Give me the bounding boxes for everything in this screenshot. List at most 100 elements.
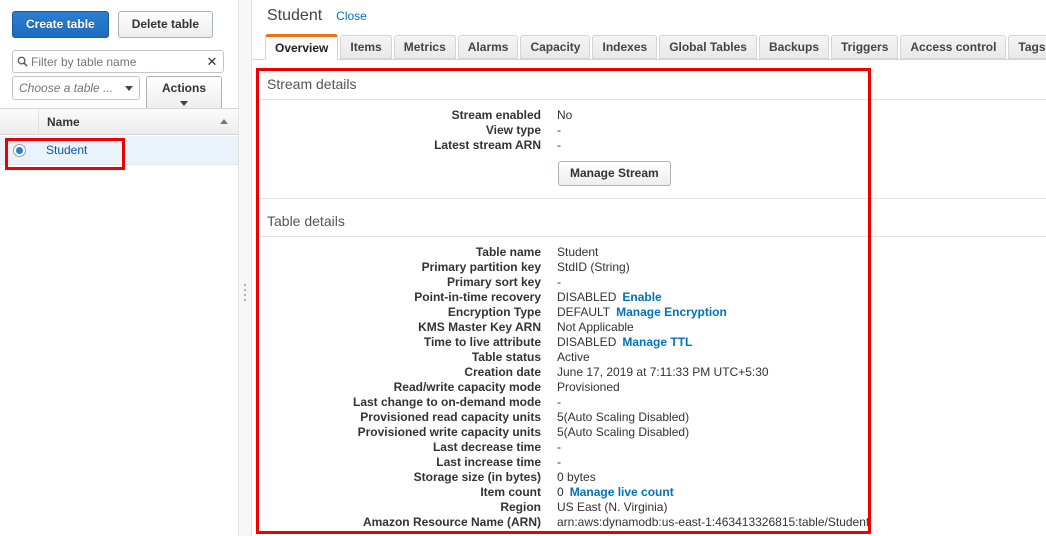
detail-row: Read/write capacity mode Provisioned: [257, 380, 1046, 395]
filter-by-table-name-input[interactable]: [31, 54, 201, 69]
detail-link[interactable]: Manage TTL: [622, 335, 692, 349]
actions-button[interactable]: Actions: [146, 76, 222, 110]
tab-overview[interactable]: Overview: [265, 34, 339, 60]
detail-row: Table status Active: [257, 350, 1046, 365]
detail-value: June 17, 2019 at 7:11:33 PM UTC+5:30: [557, 365, 769, 379]
detail-row: Item count 0 Manage live count: [257, 485, 1046, 500]
tables-sidebar: Create table Delete table ✕ Choose a tab…: [0, 0, 238, 536]
manage-stream-button[interactable]: Manage Stream: [558, 161, 671, 186]
detail-label: Primary partition key: [421, 260, 541, 274]
create-table-button[interactable]: Create table: [12, 11, 109, 38]
filter-box[interactable]: ✕: [12, 50, 224, 73]
detail-row: Table name Student: [257, 245, 1046, 260]
select-column-header: [0, 109, 39, 134]
detail-label: Last decrease time: [432, 440, 541, 454]
detail-row: Creation date June 17, 2019 at 7:11:33 PM…: [257, 365, 1046, 380]
detail-value: Not Applicable: [557, 320, 634, 334]
detail-label: Region: [500, 500, 541, 514]
detail-row: Stream enabled No: [257, 108, 1046, 123]
radio-selected-icon[interactable]: [12, 143, 26, 157]
choose-a-table-label: Choose a table ...: [19, 81, 114, 95]
detail-row: Primary partition key StdID (String): [257, 260, 1046, 275]
detail-row: Amazon Resource Name (ARN) arn:aws:dynamo…: [257, 515, 1046, 530]
detail-label: Primary sort key: [446, 275, 541, 289]
choose-a-table-select[interactable]: Choose a table ...: [12, 76, 140, 100]
detail-label: Item count: [480, 485, 541, 499]
detail-link[interactable]: Enable: [622, 290, 661, 304]
detail-label: Stream enabled: [451, 108, 541, 122]
table-chooser-row: Choose a table ... Actions: [12, 76, 222, 110]
panel-splitter[interactable]: [238, 0, 252, 536]
tab-items[interactable]: Items: [340, 35, 392, 59]
tab-global-tables[interactable]: Global Tables: [659, 35, 757, 59]
detail-value: US East (N. Virginia): [557, 500, 668, 514]
detail-row: Time to live attribute DISABLED Manage TTL: [257, 335, 1046, 350]
detail-value: DISABLED Manage TTL: [557, 335, 693, 349]
detail-label: Read/write capacity mode: [393, 380, 541, 394]
page-title: Student: [267, 7, 323, 24]
detail-label: Point-in-time recovery: [414, 290, 541, 304]
tab-triggers[interactable]: Triggers: [831, 35, 899, 59]
tab-metrics[interactable]: Metrics: [393, 35, 456, 59]
detail-link[interactable]: Manage Encryption: [616, 305, 727, 319]
manage-stream-row: Manage Stream: [257, 153, 1046, 186]
sort-ascending-icon: [220, 119, 228, 124]
detail-tabbar: Overview Items Metrics Alarms Capacity I…: [252, 32, 1046, 60]
table-name-link[interactable]: Student: [38, 143, 238, 157]
table-details-heading: Table details: [257, 206, 1046, 237]
sidebar-button-row: Create table Delete table: [12, 11, 214, 38]
detail-row: Last decrease time -: [257, 440, 1046, 455]
detail-value: DISABLED Enable: [557, 290, 662, 304]
detail-label: Last increase time: [436, 455, 541, 469]
detail-value: Active: [557, 350, 590, 364]
detail-value: 5(Auto Scaling Disabled): [557, 425, 690, 439]
close-link[interactable]: Close: [336, 9, 367, 23]
detail-row: Provisioned read capacity units 5(Auto Sc…: [257, 410, 1046, 425]
detail-value: -: [557, 395, 561, 409]
detail-row: Region US East (N. Virginia): [257, 500, 1046, 515]
tables-list-header: Name: [0, 108, 238, 135]
search-icon: [13, 56, 31, 67]
detail-value: -: [557, 123, 561, 137]
tab-tags[interactable]: Tags: [1008, 35, 1046, 59]
detail-label: Last change to on-demand mode: [352, 395, 541, 409]
detail-label: Table status: [471, 350, 541, 364]
chevron-down-icon: [180, 101, 188, 106]
detail-label: Creation date: [464, 365, 541, 379]
detail-label: Latest stream ARN: [434, 138, 541, 152]
detail-value: -: [557, 455, 561, 469]
tab-access-control[interactable]: Access control: [900, 35, 1007, 59]
detail-row: Storage size (in bytes) 0 bytes: [257, 470, 1046, 485]
tab-indexes[interactable]: Indexes: [592, 35, 658, 59]
detail-value: 0 bytes: [557, 470, 596, 484]
detail-row: Primary sort key -: [257, 275, 1046, 290]
detail-value: Student: [557, 245, 599, 259]
delete-table-button[interactable]: Delete table: [117, 11, 214, 38]
name-column-header[interactable]: Name: [39, 115, 238, 129]
detail-label: Time to live attribute: [423, 335, 541, 349]
detail-value: -: [557, 275, 561, 289]
detail-value: 5(Auto Scaling Disabled): [557, 410, 690, 424]
table-row[interactable]: Student: [0, 136, 238, 165]
table-details-panel: Table details Table name Student Primary p…: [257, 206, 1046, 536]
detail-value: DEFAULT Manage Encryption: [557, 305, 727, 319]
detail-value: 0 Manage live count: [557, 485, 674, 499]
tables-list-empty-area: [0, 165, 238, 536]
clear-filter-icon[interactable]: ✕: [201, 55, 223, 68]
tab-backups[interactable]: Backups: [758, 35, 830, 59]
detail-title-bar: Student Close: [252, 0, 367, 32]
detail-value: StdID (String): [557, 260, 630, 274]
detail-label: KMS Master Key ARN: [418, 320, 541, 334]
detail-label: Provisioned read capacity units: [360, 410, 541, 424]
chevron-down-icon: [125, 85, 133, 91]
row-select-cell[interactable]: [0, 143, 38, 157]
tab-capacity[interactable]: Capacity: [520, 35, 591, 59]
stream-details-panel: Stream details Stream enabled No View ty…: [257, 69, 1046, 199]
tab-alarms[interactable]: Alarms: [457, 35, 519, 59]
detail-value: -: [557, 440, 561, 454]
stream-details-body: Stream enabled No View type - Latest str…: [257, 100, 1046, 186]
detail-link[interactable]: Manage live count: [570, 485, 674, 499]
detail-row: Provisioned write capacity units 5(Auto S…: [257, 425, 1046, 440]
table-detail-pane: Student Close Overview Items Metrics Ala…: [252, 0, 1046, 536]
detail-row: Last increase time -: [257, 455, 1046, 470]
